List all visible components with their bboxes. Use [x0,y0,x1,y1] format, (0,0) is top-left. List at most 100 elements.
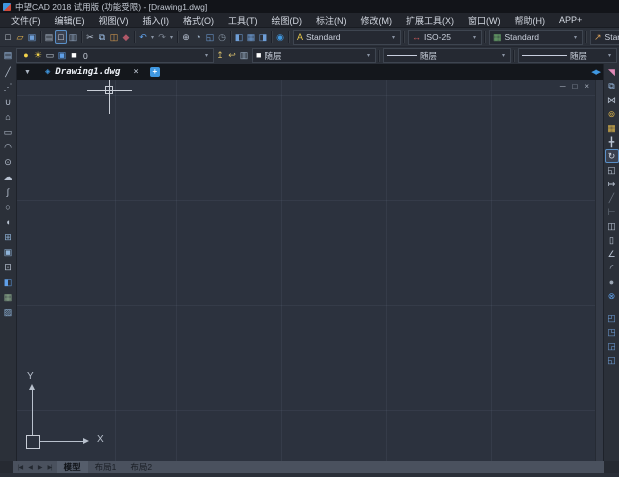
menu-item[interactable]: 编辑(E) [48,14,92,27]
match-properties-icon[interactable]: ◆ [120,30,132,44]
layer-states-manager-icon[interactable]: ▥ [238,49,250,63]
print-icon[interactable]: ▤ [43,30,55,44]
chamfer-icon[interactable]: ∠ [605,247,619,261]
rotate-icon[interactable]: ↻ [605,149,619,163]
insert-block-icon[interactable]: ⊞ [1,230,15,245]
draw-order-above-icon[interactable]: ◲ [605,339,619,353]
extend-icon[interactable]: ⊢ [605,205,619,219]
arc-icon[interactable]: ◠ [1,140,15,155]
layout-nav-button[interactable]: ◀ [25,464,35,471]
dropdown-caret-icon[interactable]: ▾ [471,34,478,41]
layout-tab[interactable]: 布局2 [123,461,159,473]
open-folder-icon[interactable]: ▱ [14,30,26,44]
pan-realtime-icon[interactable]: ⊕ [180,30,192,44]
text-style-combo[interactable]: A Standard ▾ [293,30,401,45]
dropdown-caret-icon[interactable]: ▾ [390,34,397,41]
break-at-point-icon[interactable]: ◫ [605,219,619,233]
menu-item[interactable]: 文件(F) [4,14,48,27]
point-icon[interactable]: ⊡ [1,260,15,275]
table-style-combo[interactable]: ▦ Standard ▾ [489,30,583,45]
draw-order-back-icon[interactable]: ◳ [605,325,619,339]
dropdown-caret-icon[interactable]: ▾ [365,52,372,59]
draw-order-under-icon[interactable]: ◱ [605,353,619,367]
linetype-combo[interactable]: 随层 ▾ [383,48,511,63]
erase-icon[interactable]: ◥ [605,65,619,79]
dropdown-caret-icon[interactable]: ▾ [500,52,507,59]
make-object-layer-current-icon[interactable]: ↥ [214,49,226,63]
menu-item[interactable]: 帮助(H) [508,14,553,27]
spline-icon[interactable]: ∫ [1,185,15,200]
copy-object-icon[interactable]: ⧉ [605,79,619,93]
vertical-scrollbar[interactable] [595,80,603,461]
array-icon[interactable]: ▦ [605,121,619,135]
tab-list-dropdown-icon[interactable]: ▼ [17,69,38,76]
join-icon[interactable]: ● [605,275,619,289]
layer-viewport-freeze-icon[interactable]: ▭ [44,49,56,63]
layer-previous-icon[interactable]: ↩ [226,49,238,63]
make-block-icon[interactable]: ▣ [1,245,15,260]
zoom-window-icon[interactable]: ◱ [204,30,216,44]
menu-item[interactable]: 格式(O) [176,14,221,27]
move-icon[interactable]: ╋ [605,135,619,149]
zoom-previous-icon[interactable]: ◷ [216,30,228,44]
menu-item[interactable]: 工具(T) [221,14,265,27]
menu-item[interactable]: APP+ [552,15,589,25]
layout-nav-button[interactable]: ▶| [44,464,54,471]
new-file-icon[interactable]: □ [2,30,14,44]
print-preview-icon[interactable]: □ [55,30,67,44]
layout-nav-button[interactable]: ▶ [35,464,45,471]
layer-color-swatch[interactable]: ■ [68,49,80,63]
circle-icon[interactable]: ⊙ [1,155,15,170]
publish-icon[interactable]: ▥ [67,30,79,44]
draw-order-front-icon[interactable]: ◰ [605,311,619,325]
menu-item[interactable]: 视图(V) [92,14,136,27]
menu-item[interactable]: 窗口(W) [461,14,508,27]
cut-icon[interactable]: ✂ [84,30,96,44]
dropdown-caret-icon[interactable]: ▾ [606,52,613,59]
mirror-icon[interactable]: ⋈ [605,93,619,107]
trim-icon[interactable]: ╱ [605,191,619,205]
polygon-icon[interactable]: ⌂ [1,110,15,125]
copy-icon[interactable]: ⧉ [96,30,108,44]
layer-on-bulb-icon[interactable]: ● [20,49,32,63]
revision-cloud-icon[interactable]: ☁ [1,170,15,185]
hatch-icon[interactable]: ▨ [1,305,15,320]
scale-icon[interactable]: ◱ [605,163,619,177]
layer-thaw-sun-icon[interactable]: ☀ [32,49,44,63]
mleader-style-combo[interactable]: ↗ Standard [590,30,619,45]
fillet-icon[interactable]: ◜ [605,261,619,275]
layout-tab[interactable]: 模型 [57,461,88,473]
layer-properties-manager-icon[interactable]: ▤ [2,49,14,63]
layout-tab[interactable]: 布局1 [88,461,124,473]
panel-toggle-icon[interactable]: ◀▶ [591,68,600,76]
viewport-grid-icon[interactable]: ▦ [245,30,257,44]
gradient-icon[interactable]: ◧ [1,275,15,290]
menu-item[interactable]: 插入(I) [136,14,177,27]
horizontal-scrollbar[interactable] [159,461,604,473]
explode-icon[interactable]: ⊗ [605,289,619,303]
close-window-icon[interactable]: × [584,83,589,91]
dim-style-combo[interactable]: ↔ ISO-25 ▾ [408,30,482,45]
stretch-icon[interactable]: ↦ [605,177,619,191]
viewport-single-icon[interactable]: ◧ [233,30,245,44]
designcenter-globe-icon[interactable]: ◉ [274,30,286,44]
construction-line-icon[interactable]: ⋰ [1,80,15,95]
undo-icon[interactable]: ↶ [137,30,149,44]
dropdown-caret-icon[interactable]: ▾ [203,52,210,59]
menu-item[interactable]: 标注(N) [309,14,354,27]
menu-item[interactable]: 扩展工具(X) [399,14,461,27]
drawing-canvas[interactable]: ─ □ × Y X [17,80,603,461]
ellipse-arc-icon[interactable]: ◖ [1,215,15,230]
redo-icon[interactable]: ↷ [156,30,168,44]
new-drawing-button[interactable]: + [150,67,160,77]
document-tab[interactable]: ◈ Drawing1.dwg × [38,64,146,80]
save-icon[interactable]: ▣ [26,30,38,44]
offset-icon[interactable]: ⊚ [605,107,619,121]
color-combo[interactable]: ■ 随层 ▾ [252,48,376,63]
break-icon[interactable]: ▯ [605,233,619,247]
layer-unlock-icon[interactable]: ▣ [56,49,68,63]
layout-nav-button[interactable]: |◀ [15,464,25,471]
line-icon[interactable]: ╱ [1,65,15,80]
restore-window-icon[interactable]: □ [572,83,577,91]
rectangle-icon[interactable]: ▭ [1,125,15,140]
